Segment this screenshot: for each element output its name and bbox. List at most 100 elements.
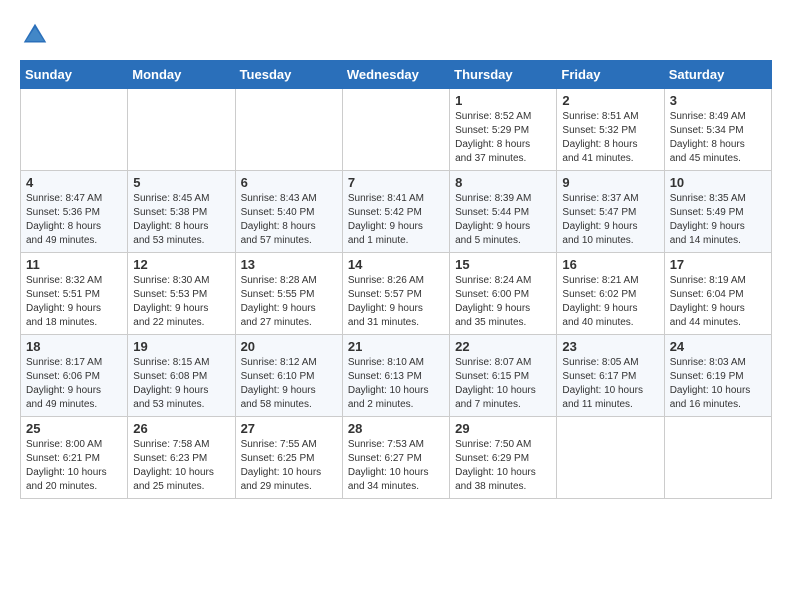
- day-number: 15: [455, 257, 551, 272]
- day-info: Sunrise: 8:10 AM Sunset: 6:13 PM Dayligh…: [348, 356, 444, 412]
- calendar-cell: 6 Sunrise: 8:43 AM Sunset: 5:40 PM Daylig…: [235, 171, 342, 253]
- calendar-cell: 5 Sunrise: 8:45 AM Sunset: 5:38 PM Daylig…: [128, 171, 235, 253]
- day-info: Sunrise: 8:45 AM Sunset: 5:38 PM Dayligh…: [133, 192, 229, 248]
- calendar-cell: 16 Sunrise: 8:21 AM Sunset: 6:02 PM Dayli…: [557, 253, 664, 335]
- day-info: Sunrise: 7:50 AM Sunset: 6:29 PM Dayligh…: [455, 438, 551, 494]
- day-info: Sunrise: 8:21 AM Sunset: 6:02 PM Dayligh…: [562, 274, 658, 330]
- day-number: 25: [26, 421, 122, 436]
- day-info: Sunrise: 8:00 AM Sunset: 6:21 PM Dayligh…: [26, 438, 122, 494]
- calendar-cell: [21, 89, 128, 171]
- day-info: Sunrise: 8:19 AM Sunset: 6:04 PM Dayligh…: [670, 274, 766, 330]
- day-number: 28: [348, 421, 444, 436]
- day-number: 21: [348, 339, 444, 354]
- calendar-cell: 20Sunrise: 8:12 AM Sunset: 6:10 PM Dayli…: [235, 335, 342, 417]
- day-number: 23: [562, 339, 658, 354]
- day-info: Sunrise: 8:47 AM Sunset: 5:36 PM Dayligh…: [26, 192, 122, 248]
- day-info: Sunrise: 8:03 AM Sunset: 6:19 PM Dayligh…: [670, 356, 766, 412]
- day-number: 22: [455, 339, 551, 354]
- day-info: Sunrise: 8:17 AM Sunset: 6:06 PM Dayligh…: [26, 356, 122, 412]
- calendar-cell: [664, 417, 771, 499]
- day-number: 6: [241, 175, 337, 190]
- calendar-cell: 21 Sunrise: 8:10 AM Sunset: 6:13 PM Dayli…: [342, 335, 449, 417]
- day-info: Sunrise: 8:26 AM Sunset: 5:57 PM Dayligh…: [348, 274, 444, 330]
- day-info: Sunrise: 8:43 AM Sunset: 5:40 PM Dayligh…: [241, 192, 337, 248]
- calendar-cell: 18 Sunrise: 8:17 AM Sunset: 6:06 PM Dayli…: [21, 335, 128, 417]
- calendar-cell: [557, 417, 664, 499]
- calendar-cell: 28 Sunrise: 7:53 AM Sunset: 6:27 PM Dayli…: [342, 417, 449, 499]
- calendar-cell: 1 Sunrise: 8:52 AM Sunset: 5:29 PM Daylig…: [450, 89, 557, 171]
- day-number: 11: [26, 257, 122, 272]
- weekday-header-sunday: Sunday: [21, 61, 128, 89]
- logo-icon: [20, 20, 50, 50]
- day-info: Sunrise: 8:12 AM Sunset: 6:10 PM Dayligh…: [241, 356, 337, 412]
- logo: [20, 20, 54, 50]
- calendar-cell: [342, 89, 449, 171]
- calendar-cell: 14 Sunrise: 8:26 AM Sunset: 5:57 PM Dayli…: [342, 253, 449, 335]
- day-info: Sunrise: 8:15 AM Sunset: 6:08 PM Dayligh…: [133, 356, 229, 412]
- page-header: [20, 20, 772, 50]
- day-number: 27: [241, 421, 337, 436]
- calendar-cell: 3Sunrise: 8:49 AM Sunset: 5:34 PM Daylig…: [664, 89, 771, 171]
- calendar-cell: [235, 89, 342, 171]
- day-info: Sunrise: 8:51 AM Sunset: 5:32 PM Dayligh…: [562, 110, 658, 166]
- day-number: 3: [670, 93, 766, 108]
- week-row-4: 18 Sunrise: 8:17 AM Sunset: 6:06 PM Dayli…: [21, 335, 772, 417]
- day-number: 5: [133, 175, 229, 190]
- day-number: 29: [455, 421, 551, 436]
- day-info: Sunrise: 7:53 AM Sunset: 6:27 PM Dayligh…: [348, 438, 444, 494]
- day-number: 1: [455, 93, 551, 108]
- day-info: Sunrise: 7:58 AM Sunset: 6:23 PM Dayligh…: [133, 438, 229, 494]
- week-row-1: 1 Sunrise: 8:52 AM Sunset: 5:29 PM Daylig…: [21, 89, 772, 171]
- day-number: 4: [26, 175, 122, 190]
- day-info: Sunrise: 8:30 AM Sunset: 5:53 PM Dayligh…: [133, 274, 229, 330]
- week-row-3: 11 Sunrise: 8:32 AM Sunset: 5:51 PM Dayli…: [21, 253, 772, 335]
- day-number: 7: [348, 175, 444, 190]
- calendar-cell: 15 Sunrise: 8:24 AM Sunset: 6:00 PM Dayli…: [450, 253, 557, 335]
- calendar-cell: 23 Sunrise: 8:05 AM Sunset: 6:17 PM Dayli…: [557, 335, 664, 417]
- day-info: Sunrise: 8:52 AM Sunset: 5:29 PM Dayligh…: [455, 110, 551, 166]
- calendar-table: SundayMondayTuesdayWednesdayThursdayFrid…: [20, 60, 772, 499]
- calendar-cell: 9 Sunrise: 8:37 AM Sunset: 5:47 PM Daylig…: [557, 171, 664, 253]
- calendar-cell: 7 Sunrise: 8:41 AM Sunset: 5:42 PM Daylig…: [342, 171, 449, 253]
- calendar-cell: 25 Sunrise: 8:00 AM Sunset: 6:21 PM Dayli…: [21, 417, 128, 499]
- weekday-header-monday: Monday: [128, 61, 235, 89]
- calendar-cell: 27Sunrise: 7:55 AM Sunset: 6:25 PM Dayli…: [235, 417, 342, 499]
- calendar-cell: 19 Sunrise: 8:15 AM Sunset: 6:08 PM Dayli…: [128, 335, 235, 417]
- day-number: 8: [455, 175, 551, 190]
- calendar-cell: 8 Sunrise: 8:39 AM Sunset: 5:44 PM Daylig…: [450, 171, 557, 253]
- day-number: 17: [670, 257, 766, 272]
- day-number: 16: [562, 257, 658, 272]
- weekday-header-row: SundayMondayTuesdayWednesdayThursdayFrid…: [21, 61, 772, 89]
- day-number: 14: [348, 257, 444, 272]
- calendar-cell: 24 Sunrise: 8:03 AM Sunset: 6:19 PM Dayli…: [664, 335, 771, 417]
- calendar-cell: 17 Sunrise: 8:19 AM Sunset: 6:04 PM Dayli…: [664, 253, 771, 335]
- day-number: 12: [133, 257, 229, 272]
- calendar-cell: 4 Sunrise: 8:47 AM Sunset: 5:36 PM Daylig…: [21, 171, 128, 253]
- day-number: 18: [26, 339, 122, 354]
- day-info: Sunrise: 8:28 AM Sunset: 5:55 PM Dayligh…: [241, 274, 337, 330]
- calendar-cell: 10Sunrise: 8:35 AM Sunset: 5:49 PM Dayli…: [664, 171, 771, 253]
- day-number: 9: [562, 175, 658, 190]
- day-info: Sunrise: 8:39 AM Sunset: 5:44 PM Dayligh…: [455, 192, 551, 248]
- calendar-cell: 12 Sunrise: 8:30 AM Sunset: 5:53 PM Dayli…: [128, 253, 235, 335]
- day-number: 10: [670, 175, 766, 190]
- day-number: 24: [670, 339, 766, 354]
- weekday-header-thursday: Thursday: [450, 61, 557, 89]
- day-number: 26: [133, 421, 229, 436]
- day-info: Sunrise: 8:07 AM Sunset: 6:15 PM Dayligh…: [455, 356, 551, 412]
- day-info: Sunrise: 8:05 AM Sunset: 6:17 PM Dayligh…: [562, 356, 658, 412]
- day-info: Sunrise: 8:24 AM Sunset: 6:00 PM Dayligh…: [455, 274, 551, 330]
- day-number: 2: [562, 93, 658, 108]
- weekday-header-tuesday: Tuesday: [235, 61, 342, 89]
- day-number: 13: [241, 257, 337, 272]
- calendar-cell: 11 Sunrise: 8:32 AM Sunset: 5:51 PM Dayli…: [21, 253, 128, 335]
- day-info: Sunrise: 8:37 AM Sunset: 5:47 PM Dayligh…: [562, 192, 658, 248]
- weekday-header-friday: Friday: [557, 61, 664, 89]
- calendar-cell: 13 Sunrise: 8:28 AM Sunset: 5:55 PM Dayli…: [235, 253, 342, 335]
- calendar-cell: 29 Sunrise: 7:50 AM Sunset: 6:29 PM Dayli…: [450, 417, 557, 499]
- day-number: 19: [133, 339, 229, 354]
- week-row-2: 4 Sunrise: 8:47 AM Sunset: 5:36 PM Daylig…: [21, 171, 772, 253]
- day-info: Sunrise: 8:41 AM Sunset: 5:42 PM Dayligh…: [348, 192, 444, 248]
- calendar-cell: 2 Sunrise: 8:51 AM Sunset: 5:32 PM Daylig…: [557, 89, 664, 171]
- day-info: Sunrise: 8:32 AM Sunset: 5:51 PM Dayligh…: [26, 274, 122, 330]
